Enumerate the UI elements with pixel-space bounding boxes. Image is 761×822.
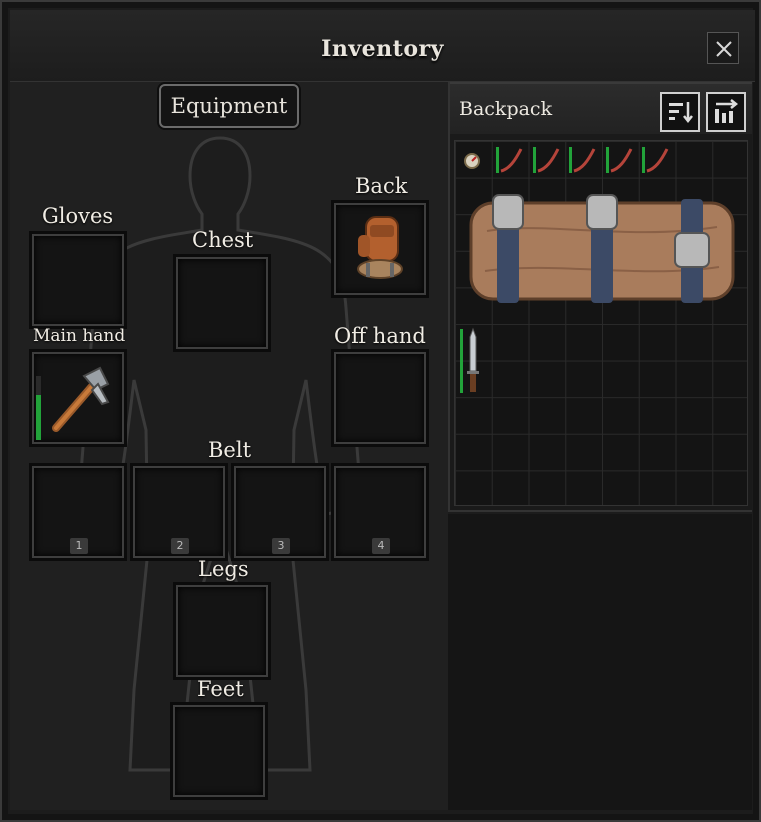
main-hand-slot[interactable] [32,352,124,444]
resource-stick-icon[interactable] [566,143,600,177]
belt-slot-4[interactable]: 4 [334,466,426,558]
off-hand-slot[interactable] [334,352,426,444]
legs-slot[interactable] [176,585,268,677]
close-icon [716,41,732,57]
feet-slot[interactable] [173,705,265,797]
belt-slot-number: 3 [272,538,290,554]
resource-stick-icon[interactable] [493,143,527,177]
chest-label: Chest [192,228,254,252]
equipment-tab[interactable]: Equipment [159,84,299,128]
durability-bar [36,376,41,440]
belt-slot-2[interactable]: 2 [133,466,225,558]
legs-label: Legs [198,557,249,581]
gloves-label: Gloves [42,204,114,228]
off-hand-label: Off hand [334,324,426,348]
sort-icon [669,102,693,124]
window-title: Inventory [321,36,444,62]
belt-slot-number: 2 [171,538,189,554]
belt-slot-1[interactable]: 1 [32,466,124,558]
back-slot[interactable] [334,203,426,295]
transfer-button[interactable] [706,92,746,132]
belt-slot-3[interactable]: 3 [234,466,326,558]
resource-stick-icon[interactable] [530,143,564,177]
feet-label: Feet [197,677,244,701]
close-button[interactable] [707,32,739,64]
backpack-icon [357,216,403,279]
compass-icon[interactable] [461,149,485,173]
main-hand-label: Main hand [33,326,126,346]
knife-icon[interactable] [457,327,487,397]
bedroll-icon[interactable] [467,191,737,313]
belt-slot-number: 4 [372,538,390,554]
backpack-title: Backpack [459,98,553,120]
empty-panel [448,514,752,810]
title-bar: Inventory [10,10,755,82]
backpack-header: Backpack [450,82,752,134]
hatchet-icon [52,366,110,432]
backpack-grid[interactable] [454,140,748,506]
belt-label: Belt [208,438,252,462]
sort-button[interactable] [660,92,700,132]
resource-stick-icon[interactable] [603,143,637,177]
resource-stick-icon[interactable] [639,143,673,177]
back-label: Back [355,174,408,198]
transfer-icon [715,99,739,123]
gloves-slot[interactable] [32,234,124,326]
chest-slot[interactable] [176,257,268,349]
belt-slot-number: 1 [70,538,88,554]
